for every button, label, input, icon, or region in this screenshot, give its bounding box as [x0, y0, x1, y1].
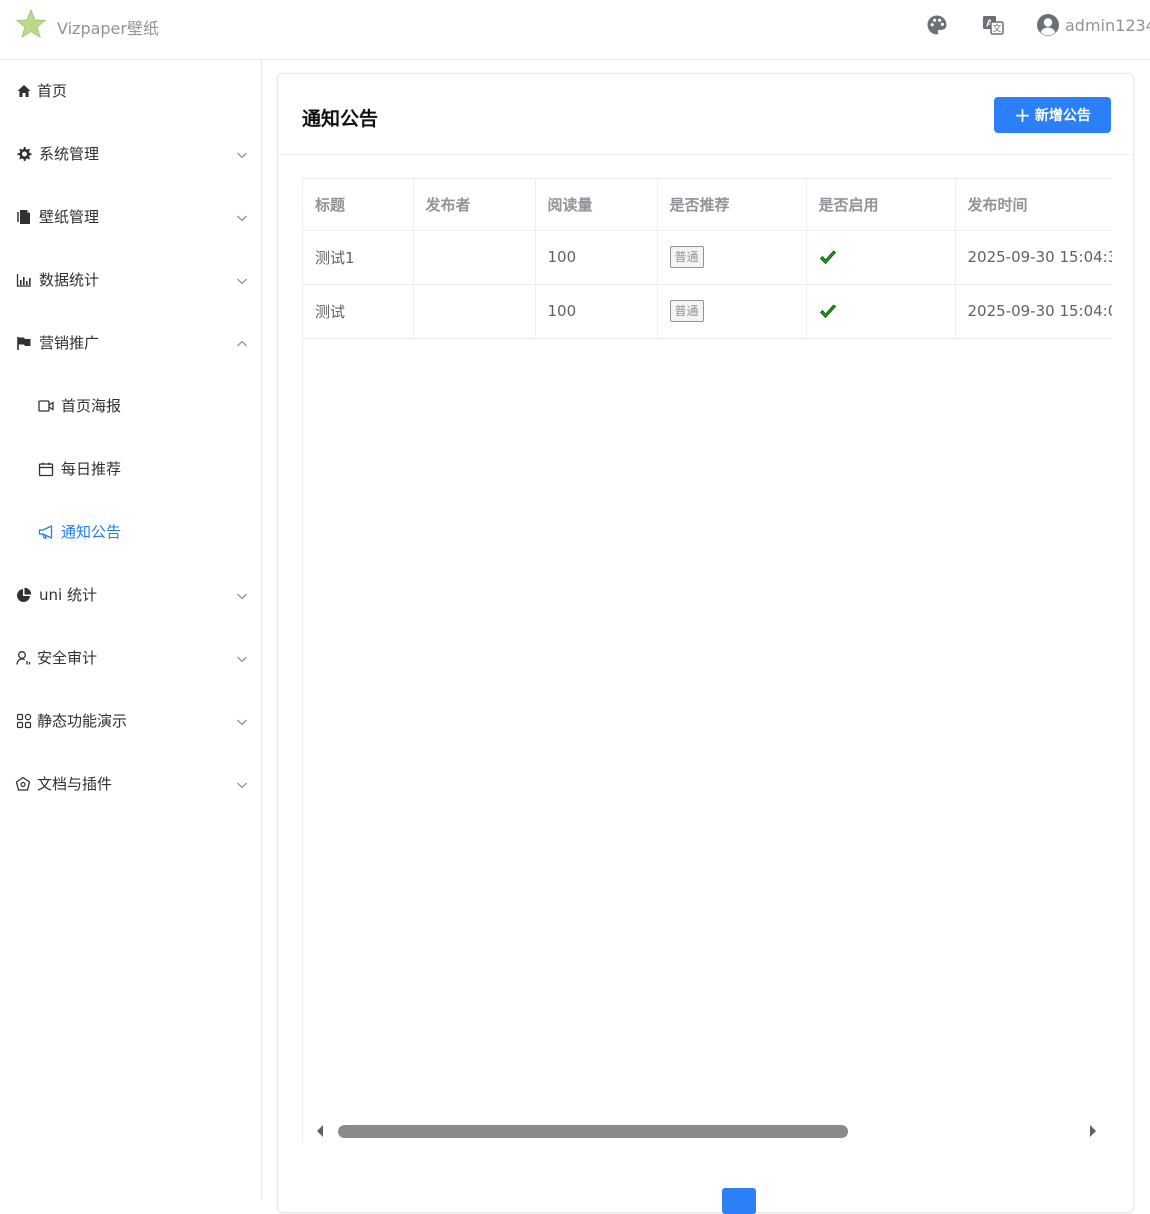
check-icon	[819, 303, 836, 318]
calendar-icon	[38, 462, 54, 477]
cell-views: 100	[535, 230, 658, 285]
column-header-views[interactable]: 阅读量	[535, 179, 658, 231]
table-row[interactable]: 测试1 100 普通 2025-09-30 15:04:31	[303, 230, 1112, 285]
top-header: Vizpaper壁纸 A 文 admin1234	[0, 0, 1150, 60]
sidebar-item-uni-stats[interactable]: uni 统计	[0, 564, 261, 627]
cell-time: 2025-09-30 15:04:31	[955, 230, 1112, 285]
table-row[interactable]: 测试 100 普通 2025-09-30 15:04:01	[303, 284, 1112, 339]
cell-time: 2025-09-30 15:04:01	[955, 284, 1112, 339]
cell-enabled	[806, 284, 956, 339]
plus-icon: +	[1014, 103, 1031, 127]
horizontal-scrollbar-thumb[interactable]	[338, 1125, 848, 1138]
app-title: Vizpaper壁纸	[57, 19, 159, 38]
column-header-recommend[interactable]: 是否推荐	[657, 179, 807, 231]
chevron-down-icon	[237, 278, 247, 285]
sidebar-item-notice[interactable]: 通知公告	[0, 501, 261, 564]
sidebar-item-static-demo[interactable]: 静态功能演示	[0, 690, 261, 753]
sidebar-item-daily-recommend[interactable]: 每日推荐	[0, 438, 261, 501]
cell-views: 100	[535, 284, 658, 339]
pie-chart-icon	[17, 587, 32, 602]
bar-chart-icon	[16, 274, 31, 287]
sidebar-item-security-audit[interactable]: 安全审计	[0, 627, 261, 690]
sidebar-item-label: 数据统计	[39, 271, 100, 289]
palette-icon[interactable]	[926, 14, 948, 36]
check-icon	[819, 249, 836, 264]
user-avatar-icon	[1037, 14, 1059, 36]
sidebar-item-label: 安全审计	[37, 649, 98, 667]
star-logo-icon	[16, 9, 46, 39]
sidebar-item-home[interactable]: 首页	[0, 60, 261, 123]
column-header-time[interactable]: 发布时间	[955, 179, 1112, 231]
gear-icon	[17, 147, 32, 161]
column-header-publisher[interactable]: 发布者	[413, 179, 536, 231]
notice-card: 通知公告 + 新增公告 标题 发布者 阅读量 是否推荐 是否启用 发布时间 测试…	[277, 73, 1134, 1214]
cell-recommend: 普通	[657, 230, 807, 285]
chevron-up-icon	[237, 340, 247, 347]
scroll-right-arrow-icon[interactable]	[1088, 1124, 1098, 1138]
sidebar-item-label: 系统管理	[39, 145, 100, 163]
page-title: 通知公告	[302, 108, 379, 130]
sidebar-menu: 首页 系统管理 壁纸管理 数据统计 营销推广 首页海报 每日推荐 通知公告 un…	[0, 60, 262, 1199]
chevron-down-icon	[237, 782, 247, 789]
chevron-down-icon	[237, 593, 247, 600]
sidebar-item-label: 营销推广	[39, 334, 100, 352]
pagination-current-page[interactable]	[722, 1188, 756, 1214]
column-header-enabled[interactable]: 是否启用	[806, 179, 956, 231]
megaphone-icon	[38, 525, 53, 539]
grid-icon	[16, 713, 32, 729]
translate-icon[interactable]: A 文	[982, 14, 1004, 36]
sidebar-item-label: 文档与插件	[37, 775, 113, 793]
sidebar-item-marketing[interactable]: 营销推广	[0, 312, 261, 375]
cell-enabled	[806, 230, 956, 285]
sidebar-item-home-poster[interactable]: 首页海报	[0, 375, 261, 438]
sidebar-item-label: 首页	[37, 82, 68, 100]
sidebar-item-label: uni 统计	[39, 586, 97, 604]
sidebar-item-system[interactable]: 系统管理	[0, 123, 261, 186]
column-header-title[interactable]: 标题	[303, 179, 414, 231]
recommend-tag: 普通	[669, 300, 704, 322]
chevron-down-icon	[237, 215, 247, 222]
sidebar-item-label: 首页海报	[61, 397, 122, 415]
chevron-down-icon	[237, 719, 247, 726]
user-audit-icon	[16, 651, 31, 665]
cell-recommend: 普通	[657, 284, 807, 339]
home-icon	[17, 85, 31, 97]
sidebar-item-docs-plugins[interactable]: 文档与插件	[0, 753, 261, 816]
user-name: admin1234	[1065, 15, 1150, 35]
card-header: 通知公告 + 新增公告	[278, 74, 1133, 155]
flag-icon	[17, 337, 31, 350]
add-notice-label: 新增公告	[1034, 108, 1091, 124]
sidebar-item-wallpaper[interactable]: 壁纸管理	[0, 186, 261, 249]
sidebar-item-label: 静态功能演示	[37, 712, 128, 730]
cell-title: 测试1	[303, 230, 414, 285]
sidebar-item-label: 壁纸管理	[39, 208, 100, 226]
video-camera-icon	[38, 400, 54, 412]
sidebar-item-statistics[interactable]: 数据统计	[0, 249, 261, 312]
recommend-tag: 普通	[669, 246, 704, 268]
add-notice-button[interactable]: + 新增公告	[994, 97, 1111, 133]
sidebar-item-label: 通知公告	[61, 523, 122, 541]
document-icon	[17, 210, 30, 224]
chevron-down-icon	[237, 656, 247, 663]
scroll-left-arrow-icon[interactable]	[315, 1124, 325, 1138]
cell-publisher	[413, 284, 536, 339]
sidebar-item-label: 每日推荐	[61, 460, 122, 478]
plugin-icon	[15, 776, 31, 791]
cell-publisher	[413, 230, 536, 285]
notice-table: 标题 发布者 阅读量 是否推荐 是否启用 发布时间 测试1 100 普通 202…	[302, 178, 1112, 1144]
svg-text:文: 文	[992, 23, 1001, 35]
cell-title: 测试	[303, 284, 414, 339]
user-menu[interactable]: admin1234	[1036, 12, 1150, 38]
chevron-down-icon	[237, 152, 247, 159]
table-header-row: 标题 发布者 阅读量 是否推荐 是否启用 发布时间	[303, 179, 1112, 231]
